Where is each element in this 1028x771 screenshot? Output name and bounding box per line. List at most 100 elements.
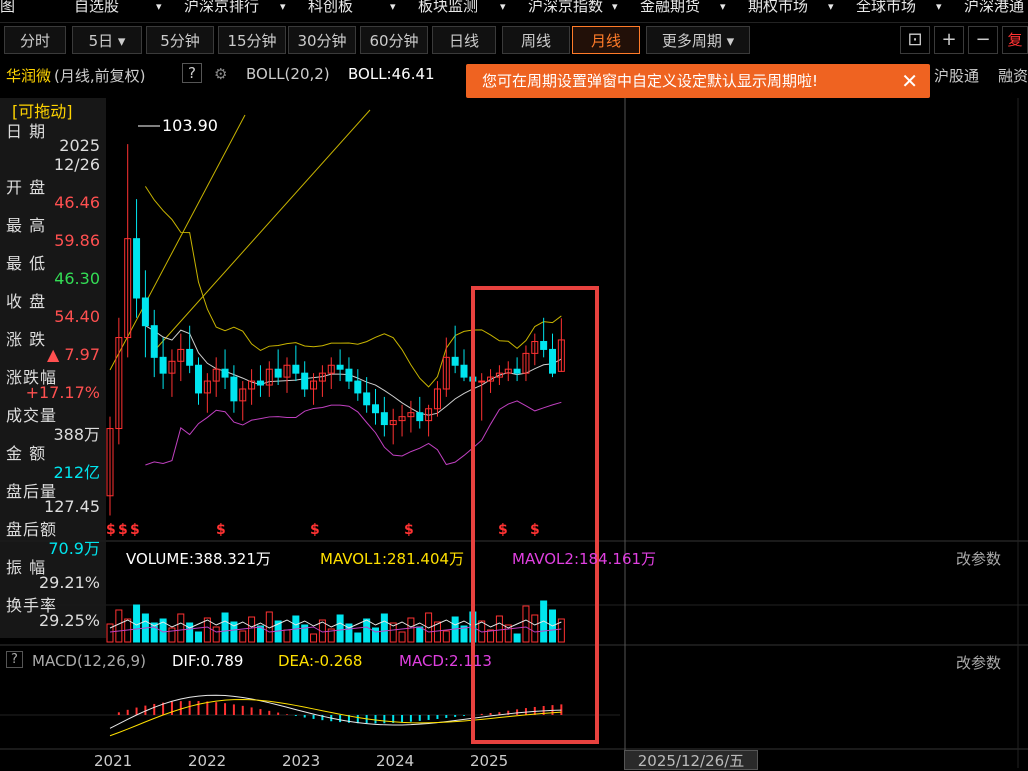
- close-label: 收 盘: [6, 292, 47, 311]
- close-value: 54.40: [54, 307, 100, 326]
- volume-bar: [168, 627, 176, 643]
- date-md: 12/26: [53, 155, 100, 174]
- candle-body: [336, 364, 344, 370]
- mavol2-value: MAVOL2:184.161万: [512, 550, 657, 568]
- turn-value: 29.25%: [38, 611, 100, 630]
- dividend-marker: $: [130, 522, 140, 538]
- vol-value: 388万: [53, 425, 100, 444]
- volume-bar: [310, 633, 318, 643]
- candle-body: [549, 348, 556, 374]
- macd-bar: ? MACD(12,26,9) DIF:0.789 DEA:-0.268 MAC…: [0, 650, 1028, 672]
- x-axis-label: 2025: [470, 752, 508, 768]
- candle-body: [416, 412, 424, 422]
- candle-body: [141, 297, 149, 327]
- volume-bar: [407, 617, 415, 643]
- volume-bar: [221, 612, 229, 643]
- toast-message: 您可在周期设置弹窗中自定义设定默认显示周期啦!: [482, 72, 819, 90]
- open-value: 46.46: [54, 193, 100, 212]
- x-axis-label: 2023: [282, 752, 320, 768]
- pct-value: +17.17%: [25, 383, 100, 402]
- change-label: 涨 跌: [6, 330, 47, 349]
- low-label: 最 低: [6, 254, 47, 273]
- volume-bar: [522, 605, 530, 643]
- volume-bar: [442, 630, 450, 643]
- macd-edit-button[interactable]: 改参数: [956, 652, 1001, 673]
- candle-body: [274, 368, 282, 378]
- candle-body: [186, 348, 194, 366]
- amp-value: 29.21%: [38, 573, 100, 592]
- amt-value: 212亿: [53, 463, 100, 482]
- cursor-date: 2025/12/26/五: [624, 750, 758, 770]
- volume-bar: [372, 627, 379, 643]
- macd-help-button[interactable]: ?: [6, 651, 23, 668]
- x-axis-label: 2024: [376, 752, 414, 768]
- candle-body: [513, 368, 521, 374]
- macd-params[interactable]: MACD(12,26,9): [32, 652, 146, 670]
- low-value: 46.30: [54, 269, 100, 288]
- ah-vol-value: 127.45: [44, 497, 100, 516]
- volume-bar: [495, 615, 503, 643]
- volume-value: VOLUME:388.321万: [126, 550, 271, 568]
- amt-label: 金 额: [6, 444, 47, 463]
- candle-body: [221, 368, 229, 378]
- dividend-marker: $: [404, 522, 414, 538]
- candle-body: [345, 368, 353, 382]
- dividend-marker: $: [498, 522, 508, 538]
- dividend-marker: $: [118, 522, 128, 538]
- high-value: 59.86: [54, 231, 100, 250]
- volume-bar: [212, 626, 220, 643]
- candle-body: [292, 364, 300, 374]
- volume-bar: [195, 631, 202, 643]
- volume-bar: [186, 622, 194, 643]
- candle-body: [354, 380, 362, 394]
- close-icon[interactable]: ✕: [901, 64, 918, 98]
- volume-bar: [239, 630, 247, 643]
- dividend-marker: $: [530, 522, 540, 538]
- macd-value: MACD:2.113: [399, 652, 492, 670]
- tip-toast: 您可在周期设置弹窗中自定义设定默认显示周期啦! ✕: [466, 64, 930, 98]
- volume-bar: [248, 616, 256, 643]
- volume-bar: [354, 632, 362, 643]
- dividend-marker: $: [310, 522, 320, 538]
- x-axis-label: 2022: [188, 752, 226, 768]
- dif-value: DIF:0.789: [172, 652, 244, 670]
- candle-body: [363, 392, 371, 406]
- dea-value: DEA:-0.268: [278, 652, 363, 670]
- candle-body: [256, 380, 264, 386]
- volume-bar: [513, 633, 521, 643]
- change-value: ▲ 7.97: [46, 345, 100, 364]
- date-label: 日 期: [6, 122, 47, 141]
- candle-body: [460, 364, 468, 378]
- vol-label: 成交量: [6, 406, 58, 425]
- dif-line: [109, 694, 562, 729]
- open-label: 开 盘: [6, 178, 47, 197]
- candle-body: [301, 372, 309, 390]
- volume-bar: [487, 629, 495, 643]
- candle-body: [133, 238, 141, 299]
- volume-bar: [177, 613, 185, 643]
- mavol1-value: MAVOL1:281.404万: [320, 550, 465, 568]
- volume-bar: VOLUME:388.321万 MAVOL1:281.404万 MAVOL2:1…: [0, 546, 1028, 568]
- candle-body: [380, 412, 388, 426]
- candle-body: [195, 364, 202, 394]
- volume-bar: [363, 618, 371, 643]
- x-axis-label: 2021: [94, 752, 132, 768]
- volume-bar: [283, 629, 291, 643]
- volume-bar: [336, 614, 344, 643]
- dividend-marker: $: [106, 522, 116, 538]
- volume-edit-button[interactable]: 改参数: [956, 548, 1001, 569]
- dea-line: [109, 699, 562, 737]
- candle-body: [372, 404, 379, 414]
- volume-bar: [398, 631, 406, 643]
- candle-body: [230, 376, 238, 402]
- candle-body: [540, 341, 548, 350]
- volume-bar: [115, 609, 123, 643]
- candle-body: [150, 325, 158, 358]
- trend-line: [154, 109, 371, 351]
- high-label: 最 高: [6, 216, 47, 235]
- volume-bar: [416, 626, 424, 643]
- high-price-label: 103.90: [162, 116, 218, 135]
- date-year: 2025: [59, 136, 100, 155]
- volume-bar: [380, 613, 388, 643]
- candle-body: [478, 380, 486, 383]
